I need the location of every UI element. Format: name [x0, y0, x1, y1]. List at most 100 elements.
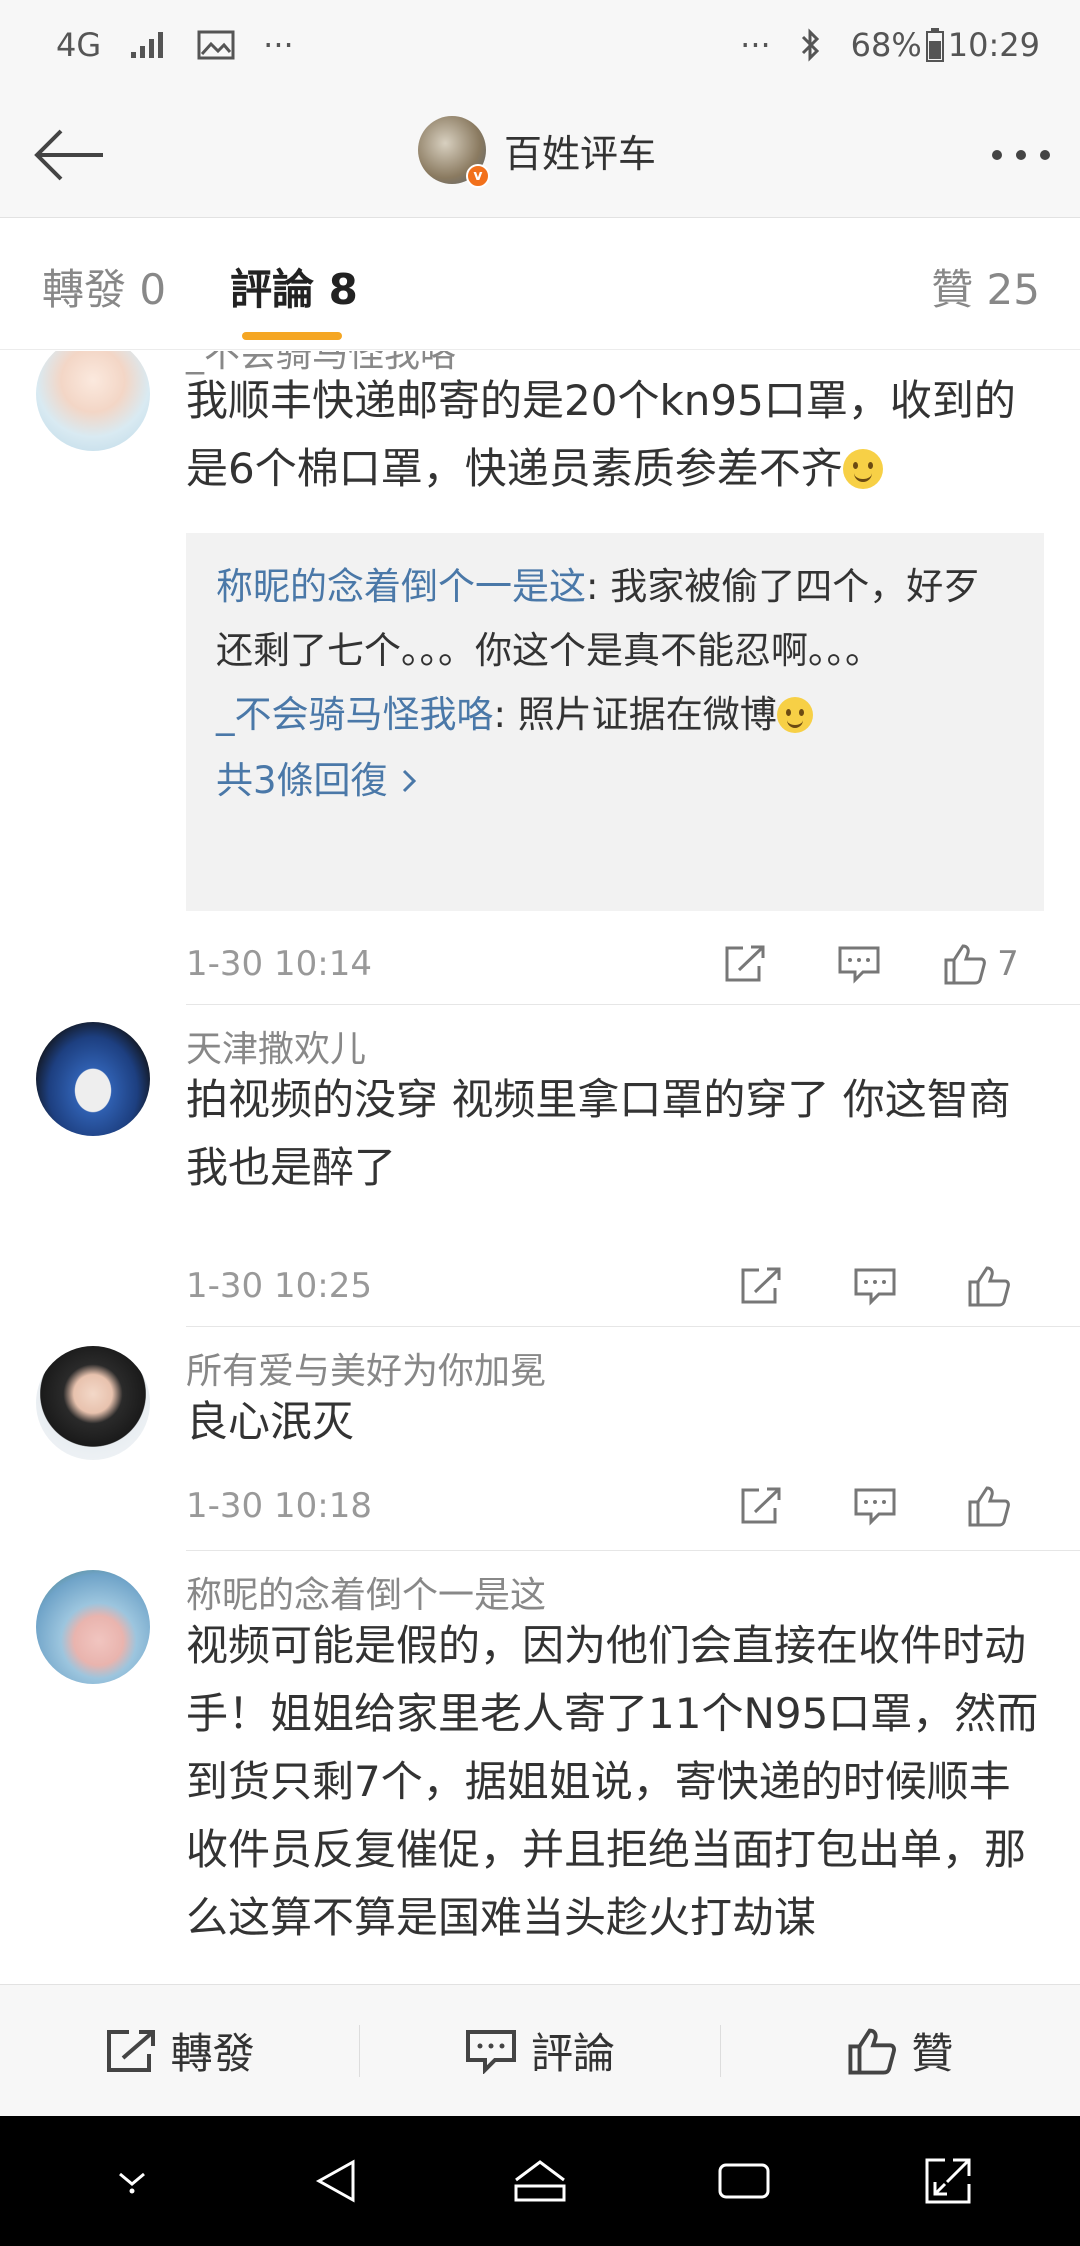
reply-author[interactable]: 称昵的念着倒个一是这	[216, 565, 586, 608]
comment-text: 视频可能是假的，因为他们会直接在收件时动手！姐姐给家里老人寄了11个N95口罩，…	[186, 1621, 1039, 1942]
nav-recents-button[interactable]	[684, 2131, 804, 2231]
comment-meta: 1-30 10:14 7	[186, 934, 1046, 994]
like-count: 7	[997, 944, 1019, 984]
back-button[interactable]	[28, 120, 108, 190]
share-button[interactable]	[704, 1256, 818, 1316]
battery-percent: 68%	[850, 26, 922, 64]
repost-label: 轉發	[170, 2029, 255, 2078]
reply-text: : 照片证据在微博	[493, 693, 777, 736]
clock: 10:29	[947, 26, 1040, 64]
hide-keyboard-button[interactable]	[72, 2131, 192, 2231]
nav-home-button[interactable]	[480, 2131, 600, 2231]
more-dot-icon	[992, 150, 1002, 160]
divider	[186, 1326, 1080, 1327]
share-button[interactable]	[688, 934, 802, 994]
comment-meta: 1-30 10:18	[186, 1476, 1046, 1536]
image-icon	[197, 30, 235, 60]
share-button[interactable]	[704, 1476, 818, 1536]
status-more-right: ···	[740, 26, 771, 64]
comment-time: 1-30 10:18	[186, 1486, 372, 1526]
view-all-replies[interactable]: 共3條回復	[216, 749, 1014, 813]
nav-expand-button[interactable]	[888, 2131, 1008, 2231]
divider	[186, 1550, 1080, 1551]
verified-badge: v	[466, 164, 490, 188]
share-icon	[106, 2029, 155, 2072]
share-icon	[725, 945, 765, 982]
comment-text: 良心泯灭	[186, 1397, 355, 1446]
navigation-bar	[0, 2116, 1080, 2246]
more-dot-icon	[1016, 150, 1026, 160]
nav-back-button[interactable]	[276, 2131, 396, 2231]
like-label: 贊	[911, 2029, 954, 2078]
battery-icon	[925, 28, 944, 62]
bottom-action-bar: 轉發 評論 贊	[0, 1984, 1080, 2116]
account-name[interactable]: 百姓评车	[504, 123, 656, 178]
reply-item: _不会骑马怪我咯: 照片证据在微博	[216, 683, 1014, 747]
commenter-name[interactable]: 所有爱与美好为你加冕	[186, 1342, 546, 1394]
signal-icon	[129, 30, 169, 60]
like-button[interactable]	[932, 1476, 1046, 1536]
comment-icon	[854, 1488, 896, 1526]
reply-button[interactable]	[802, 934, 916, 994]
comment-list[interactable]: _不会骑马怪我咯 我顺丰快递邮寄的是20个kn95口罩，收到的是6个棉口罩，快递…	[0, 351, 1080, 1984]
account-avatar[interactable]: v	[418, 116, 490, 188]
divider	[186, 1004, 1080, 1005]
comment-meta: 1-30 10:25	[186, 1256, 1046, 1316]
thumbs-up-icon	[968, 1266, 1010, 1307]
bluetooth-icon	[799, 27, 823, 63]
network-indicator: 4G	[56, 26, 102, 64]
active-tab-indicator	[242, 332, 342, 340]
tab-comments[interactable]: 評論 8	[230, 256, 358, 317]
back-triangle-icon	[315, 2159, 355, 2203]
thumbs-up-icon	[944, 944, 987, 985]
header: v 百姓评车	[0, 90, 1080, 218]
reply-preview[interactable]: 称昵的念着倒个一是这: 我家被偷了四个，好歹还剩了七个。。。你这个是真不能忍啊。…	[186, 533, 1044, 911]
reply-button[interactable]	[818, 1476, 932, 1536]
commenter-name[interactable]: 称昵的念着倒个一是这	[186, 1566, 546, 1618]
reply-author[interactable]: _不会骑马怪我咯	[216, 693, 494, 736]
reply-item: 称昵的念着倒个一是这: 我家被偷了四个，好歹还剩了七个。。。你这个是真不能忍啊。…	[216, 555, 1014, 683]
replies-total-label: 共3條回復	[216, 759, 388, 802]
commenter-avatar[interactable]	[36, 1346, 150, 1460]
comment-icon	[465, 2029, 516, 2074]
home-icon	[514, 2160, 566, 2202]
smile-emoji-icon	[842, 449, 883, 489]
thumbs-up-icon	[968, 1486, 1010, 1527]
status-bar: 4G ··· ··· 68% 10:29	[0, 0, 1080, 90]
tab-bar: 轉發 0 評論 8 贊 25	[0, 218, 1080, 350]
tab-likes[interactable]: 贊 25	[931, 256, 1040, 317]
comment-time: 1-30 10:14	[186, 944, 372, 984]
more-options-button[interactable]	[992, 130, 1050, 180]
comment-actions	[704, 1256, 1046, 1316]
chevron-down-icon	[119, 2172, 145, 2194]
comment-text: 我顺丰快递邮寄的是20个kn95口罩，收到的是6个棉口罩，快递员素质参差不齐	[186, 367, 1046, 503]
recents-icon	[718, 2163, 770, 2199]
share-icon	[741, 1267, 781, 1304]
comment-label: 評論	[530, 2029, 615, 2078]
commenter-name[interactable]: 天津撒欢儿	[186, 1020, 366, 1072]
chevron-right-icon	[402, 769, 416, 793]
thumbs-up-icon	[848, 2028, 897, 2075]
like-button[interactable]	[932, 1256, 1046, 1316]
like-post-button[interactable]: 贊	[721, 1985, 1080, 2116]
tab-reposts[interactable]: 轉發 0	[42, 256, 166, 317]
account-info[interactable]: v 百姓评车	[418, 116, 656, 188]
status-more: ···	[263, 26, 294, 64]
comment-time: 1-30 10:25	[186, 1266, 372, 1306]
expand-icon	[925, 2158, 971, 2204]
comment-actions	[704, 1476, 1046, 1536]
commenter-avatar[interactable]	[36, 1022, 150, 1136]
share-icon	[741, 1487, 781, 1524]
smile-emoji-icon	[776, 697, 813, 733]
commenter-avatar[interactable]	[36, 351, 150, 451]
reply-button[interactable]	[818, 1256, 932, 1316]
comment-text: 拍视频的没穿 视频里拿口罩的穿了 你这智商我也是醉了	[186, 1075, 1011, 1192]
like-button[interactable]: 7	[916, 934, 1046, 994]
more-dot-icon	[1040, 150, 1050, 160]
comment-actions: 7	[688, 934, 1046, 994]
repost-button[interactable]: 轉發	[0, 1985, 359, 2116]
back-arrow-icon	[34, 129, 103, 181]
comment-button[interactable]: 評論	[360, 1985, 719, 2116]
comment-icon	[838, 946, 880, 984]
commenter-avatar[interactable]	[36, 1570, 150, 1684]
